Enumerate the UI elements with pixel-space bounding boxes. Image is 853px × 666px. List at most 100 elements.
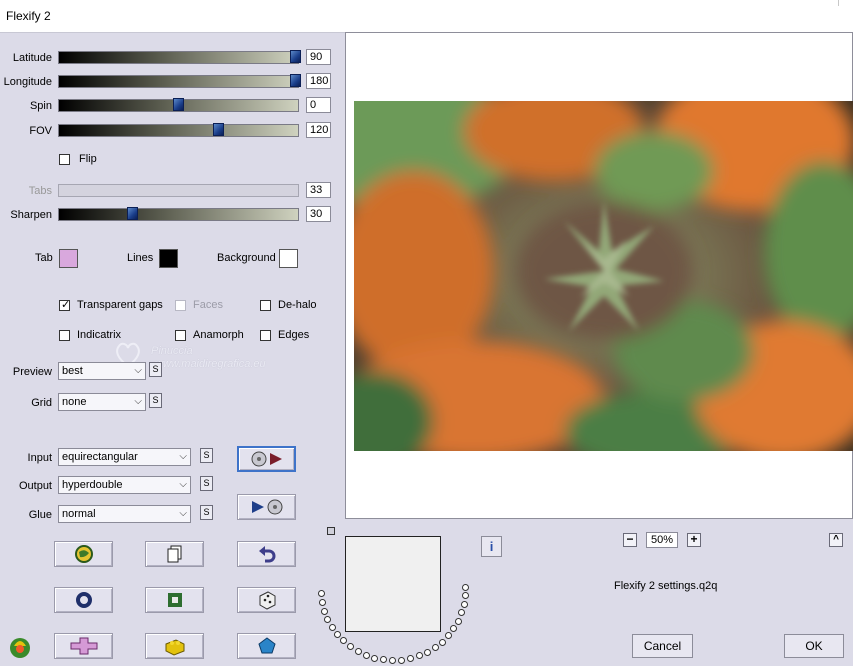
edges-label: Edges	[278, 329, 310, 341]
preview-label: Preview	[12, 366, 52, 378]
play-disc-icon	[251, 499, 282, 515]
preset-thumbnail[interactable]	[345, 536, 441, 632]
window-title: Flexify 2	[6, 9, 51, 23]
preset-dot[interactable]	[439, 639, 446, 646]
slider-thumb[interactable]	[173, 98, 184, 111]
random-button[interactable]	[237, 587, 296, 613]
preset-dot[interactable]	[347, 643, 354, 650]
chevron-down-icon: ⌵	[134, 396, 142, 407]
preset-dot[interactable]	[371, 655, 378, 662]
tab-color-label: Tab	[35, 252, 53, 264]
slider-value-latitude[interactable]: 90	[306, 49, 331, 65]
zoom-in-button[interactable]: +	[687, 533, 701, 547]
preset-dot[interactable]	[324, 616, 331, 623]
zoom-out-button[interactable]: −	[623, 533, 637, 547]
preset-dot[interactable]	[462, 592, 469, 599]
slider-value-spin[interactable]: 0	[306, 97, 331, 113]
slider-label-spin: Spin	[29, 100, 52, 112]
preset-dot[interactable]	[398, 657, 405, 664]
preset-dot[interactable]	[462, 584, 469, 591]
transparent-gaps-checkbox[interactable]: ✓	[59, 299, 71, 311]
slider-value-longitude[interactable]: 180	[306, 73, 331, 89]
slider-value-fov[interactable]: 120	[306, 122, 331, 138]
frame-icon	[167, 593, 182, 607]
dice-icon	[259, 591, 275, 610]
checkmark-icon: ✓	[61, 299, 71, 311]
preset-dot[interactable]	[334, 631, 341, 638]
grid-select[interactable]: none ⌵	[58, 393, 146, 411]
preset-dot[interactable]	[424, 649, 431, 656]
tab-color-swatch[interactable]	[59, 249, 78, 268]
preview-pane[interactable]	[345, 32, 853, 519]
slider-longitude[interactable]	[58, 74, 301, 88]
preset-dot[interactable]	[461, 601, 468, 608]
frame-button[interactable]	[145, 587, 204, 613]
ok-button[interactable]: OK	[784, 634, 844, 658]
cross-button[interactable]	[54, 633, 113, 659]
preset-dot[interactable]	[407, 655, 414, 662]
preset-dot[interactable]	[318, 590, 325, 597]
slider-thumb[interactable]	[290, 50, 301, 63]
preset-dot[interactable]	[321, 608, 328, 615]
preview-select[interactable]: best ⌵	[58, 362, 146, 380]
thumbnail-handle[interactable]	[327, 527, 335, 535]
globe-icon	[74, 545, 93, 563]
polyhedron-button[interactable]	[237, 633, 296, 659]
logo-icon	[10, 638, 30, 658]
cancel-button[interactable]: Cancel	[632, 634, 693, 658]
input-s-button[interactable]: S	[200, 448, 213, 463]
output-label: Output	[18, 480, 52, 492]
brick-button[interactable]	[145, 633, 204, 659]
de-halo-label: De-halo	[278, 299, 317, 311]
glue-s-button[interactable]: S	[200, 505, 213, 520]
copy-button[interactable]	[145, 541, 204, 567]
preset-dot[interactable]	[355, 648, 362, 655]
app-logo	[8, 634, 32, 660]
flip-checkbox[interactable]	[59, 154, 70, 165]
info-button[interactable]: i	[481, 536, 502, 557]
collapse-button[interactable]: ^	[829, 533, 843, 547]
slider-label-fov: FOV	[29, 125, 52, 137]
input-select[interactable]: equirectangular ⌵	[58, 448, 191, 466]
de-halo-checkbox[interactable]	[260, 300, 271, 311]
slider-thumb[interactable]	[213, 123, 224, 136]
edges-checkbox[interactable]	[260, 330, 271, 341]
preset-dot[interactable]	[380, 656, 387, 663]
preset-dot[interactable]	[363, 652, 370, 659]
ring-button[interactable]	[54, 587, 113, 613]
slider-sharpen[interactable]	[58, 207, 299, 221]
lines-color-swatch[interactable]	[159, 249, 178, 268]
anamorph-checkbox[interactable]	[175, 330, 186, 341]
preset-dot[interactable]	[445, 632, 452, 639]
preset-dot[interactable]	[458, 609, 465, 616]
preset-dot[interactable]	[329, 624, 336, 631]
slider-spin[interactable]	[58, 98, 299, 112]
background-color-swatch[interactable]	[279, 249, 298, 268]
randomize-world-button[interactable]	[54, 541, 113, 567]
preset-dot[interactable]	[450, 625, 457, 632]
slider-value-sharpen[interactable]: 30	[306, 206, 331, 222]
grid-s-button[interactable]: S	[149, 393, 162, 408]
preview-s-button[interactable]: S	[149, 362, 162, 377]
preset-dot[interactable]	[432, 644, 439, 651]
slider-thumb[interactable]	[290, 74, 301, 87]
preset-dot[interactable]	[340, 637, 347, 644]
map-input-to-output-button[interactable]	[237, 446, 296, 472]
undo-button[interactable]	[237, 541, 296, 567]
preset-dot[interactable]	[319, 599, 326, 606]
map-output-to-input-button[interactable]	[237, 494, 296, 520]
indicatrix-checkbox[interactable]	[59, 330, 70, 341]
output-select[interactable]: hyperdouble ⌵	[58, 476, 191, 494]
preset-dot[interactable]	[389, 657, 396, 664]
close-button[interactable]	[838, 0, 853, 6]
output-s-button[interactable]: S	[200, 476, 213, 491]
background-color-label: Background	[217, 252, 276, 264]
slider-latitude[interactable]	[58, 50, 301, 64]
slider-fov[interactable]	[58, 123, 299, 137]
disc-play-icon	[251, 451, 282, 467]
settings-filename: Flexify 2 settings.q2q	[614, 580, 718, 592]
slider-thumb[interactable]	[127, 207, 138, 220]
glue-select[interactable]: normal ⌵	[58, 505, 191, 523]
preset-dot[interactable]	[416, 652, 423, 659]
preset-dot[interactable]	[455, 618, 462, 625]
